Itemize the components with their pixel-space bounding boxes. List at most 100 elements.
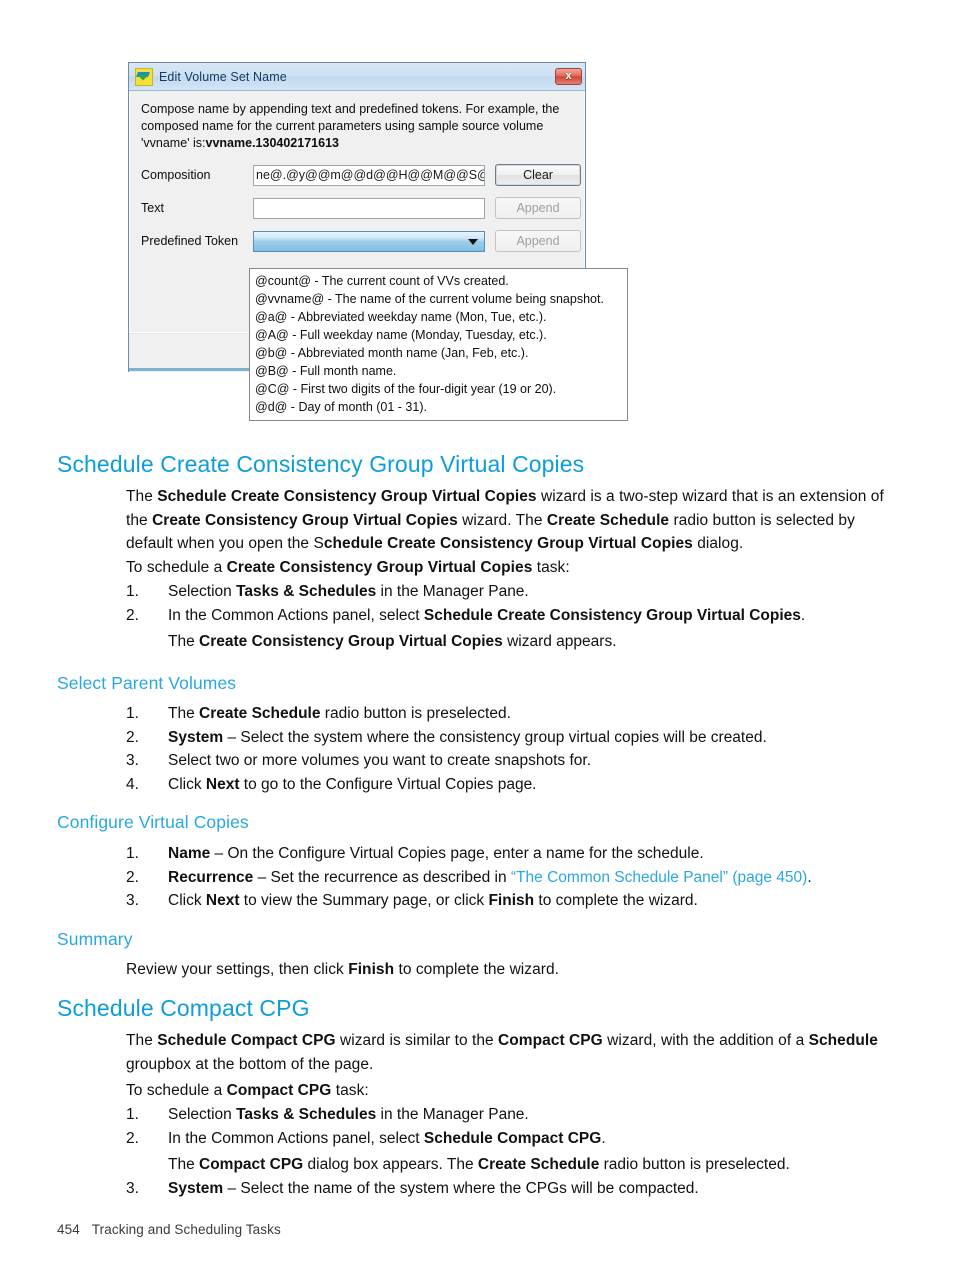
- text-run: groupbox at the bottom of the page.: [126, 1055, 374, 1073]
- text-row: Text Append: [141, 197, 581, 219]
- text-run: in the Manager Pane.: [376, 583, 529, 600]
- dropdown-option[interactable]: @B@ - Full month name.: [250, 362, 627, 380]
- predefined-token-select[interactable]: [253, 230, 485, 252]
- composed-name-example: vvname.130402171613: [205, 136, 339, 150]
- append-text-button[interactable]: Append: [495, 197, 581, 219]
- text-run-bold: Create Schedule: [199, 705, 321, 722]
- text-run-bold: System: [168, 728, 224, 746]
- text-run: The: [126, 1032, 158, 1049]
- text-run-bold: Next: [205, 892, 240, 909]
- text-run: dialog.: [692, 535, 744, 552]
- predefined-token-label: Predefined Token: [141, 234, 239, 248]
- subheading-configure-virtual-copies: Configure Virtual Copies: [57, 812, 249, 832]
- subheading-select-parent-volumes: Select Parent Volumes: [57, 673, 237, 693]
- list-item: 3. Select two or more volumes you want t…: [126, 749, 886, 773]
- select-parent-volumes-steps: 1. The Create Schedule radio button is p…: [126, 702, 886, 796]
- text-run: in the Manager Pane.: [376, 1106, 529, 1123]
- composition-label: Composition: [141, 168, 211, 182]
- append-token-button[interactable]: Append: [495, 230, 581, 252]
- dropdown-option[interactable]: @C@ - First two digits of the four-digit…: [250, 380, 627, 398]
- dropdown-option[interactable]: @vvname@ - The name of the current volum…: [250, 290, 627, 308]
- list-content: Name – On the Configure Virtual Copies p…: [168, 842, 886, 866]
- text-run: Selection: [168, 583, 237, 600]
- list-content: The Create Schedule radio button is pres…: [168, 702, 886, 726]
- list-content: Click Next to go to the Configure Virtua…: [168, 773, 886, 797]
- page-title-schedule-compact-cpg: Schedule Compact CPG: [57, 995, 310, 1021]
- text-run-bold: Schedule Compact CPG: [157, 1032, 336, 1049]
- list-item: 2. In the Common Actions panel, select S…: [126, 604, 886, 654]
- text-run: Click: [168, 775, 206, 793]
- section2-paragraph2: To schedule a Compact CPG task:: [126, 1079, 886, 1103]
- close-icon[interactable]: x: [555, 68, 582, 85]
- subheading-summary: Summary: [57, 929, 133, 949]
- text-run: wizard. The: [457, 511, 547, 529]
- list-item: 1. Name – On the Configure Virtual Copie…: [126, 842, 886, 866]
- text-run-bold: chedule Create Consistency Group Virtual…: [323, 535, 693, 552]
- text-run: Select two or more volumes you want to c…: [168, 752, 592, 769]
- text-run-bold: Next: [205, 775, 240, 793]
- list-number: 2.: [126, 606, 139, 624]
- text-run: to go to the Configure Virtual Copies pa…: [239, 775, 537, 793]
- text-run: The: [168, 1156, 200, 1173]
- text-run: .: [601, 1129, 606, 1147]
- text-input[interactable]: [253, 197, 485, 219]
- text-run: To schedule a: [126, 1082, 227, 1099]
- text-run: to view the Summary page, or click: [239, 892, 489, 909]
- list-content: Selection Tasks & Schedules in the Manag…: [168, 580, 886, 604]
- instructions-line1: Compose name by appending text and prede…: [141, 102, 560, 116]
- list-number: 3.: [126, 892, 139, 909]
- text-run-bold: Finish: [488, 892, 535, 909]
- summary-paragraph: Review your settings, then click Finish …: [126, 958, 886, 982]
- text-run-bold: Create Consistency Group Virtual Copies: [199, 633, 503, 650]
- text-run-bold: Schedule Create Consistency Group Virtua…: [157, 488, 537, 505]
- text-run: In the Common Actions panel, select: [168, 1129, 424, 1147]
- cross-reference-link[interactable]: “The Common Schedule Panel” (page 450): [511, 869, 807, 886]
- text-run: to complete the wizard.: [534, 892, 698, 909]
- text-run-bold: Schedule: [808, 1032, 878, 1049]
- list-subcontent: The Compact CPG dialog box appears. The …: [168, 1150, 886, 1177]
- footer-chapter: Tracking and Scheduling Tasks: [91, 1222, 281, 1237]
- instructions-line3-prefix: 'vvname' is:: [141, 136, 206, 150]
- text-run-bold: Create Consistency Group Virtual Copies: [152, 511, 458, 529]
- text-run: The: [168, 705, 200, 722]
- dropdown-option[interactable]: @count@ - The current count of VVs creat…: [250, 272, 627, 290]
- dropdown-option[interactable]: @b@ - Abbreviated month name (Jan, Feb, …: [250, 344, 627, 362]
- text-run-bold: Name: [168, 845, 211, 862]
- text-run-bold: Schedule Compact CPG: [423, 1129, 602, 1147]
- clear-button[interactable]: Clear: [495, 164, 581, 186]
- text-run-bold: Compact CPG: [199, 1156, 304, 1173]
- list-content: In the Common Actions panel, select Sche…: [168, 1127, 886, 1151]
- text-run: Review your settings, then click: [126, 961, 349, 978]
- list-item: 3. System – Select the name of the syste…: [126, 1177, 886, 1201]
- text-run: wizard appears.: [502, 633, 617, 650]
- text-run: task:: [532, 559, 570, 576]
- composition-input[interactable]: ne@.@y@@m@@d@@H@@M@@S@: [253, 164, 485, 186]
- text-run-bold: Create Schedule: [546, 511, 670, 529]
- edit-volume-set-name-screenshot: Edit Volume Set Name x Compose name by a…: [128, 62, 628, 421]
- text-run-bold: Recurrence: [168, 868, 254, 886]
- list-content: In the Common Actions panel, select Sche…: [168, 604, 886, 628]
- dropdown-option[interactable]: @d@ - Day of month (01 - 31).: [250, 398, 627, 416]
- list-item: 1. Selection Tasks & Schedules in the Ma…: [126, 1103, 886, 1127]
- section1-paragraph1: The Schedule Create Consistency Group Vi…: [126, 485, 886, 556]
- text-run: to complete the wizard.: [394, 961, 560, 978]
- list-number: 1.: [126, 705, 139, 722]
- list-number: 1.: [126, 583, 139, 600]
- list-item: 1. Selection Tasks & Schedules in the Ma…: [126, 580, 886, 604]
- text-run: dialog box appears. The: [303, 1156, 478, 1173]
- text-run: – Select the name of the system where th…: [223, 1179, 699, 1197]
- list-subcontent: The Create Consistency Group Virtual Cop…: [168, 627, 886, 654]
- section1-steps: 1. Selection Tasks & Schedules in the Ma…: [126, 580, 886, 654]
- text-label: Text: [141, 201, 164, 215]
- text-run: .: [800, 606, 806, 624]
- list-item: 2. In the Common Actions panel, select S…: [126, 1127, 886, 1177]
- text-run-bold: Tasks & Schedules: [236, 1106, 377, 1123]
- dropdown-option[interactable]: @a@ - Abbreviated weekday name (Mon, Tue…: [250, 308, 627, 326]
- dropdown-option[interactable]: @A@ - Full weekday name (Monday, Tuesday…: [250, 326, 627, 344]
- text-run: – Set the recurrence as described in: [253, 868, 511, 886]
- list-number: 4.: [126, 775, 139, 793]
- text-run: wizard, with the addition of a: [602, 1032, 809, 1049]
- list-number: 3.: [126, 752, 139, 769]
- predefined-token-dropdown-list[interactable]: @count@ - The current count of VVs creat…: [249, 268, 628, 421]
- text-run-bold: Compact CPG: [226, 1082, 332, 1099]
